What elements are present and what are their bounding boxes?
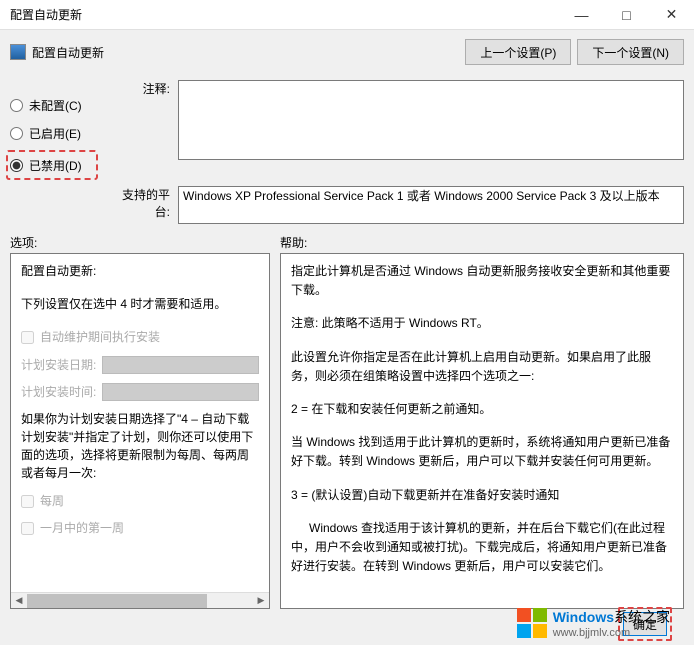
radio-column: 未配置(C) 已启用(E) 已禁用(D) (10, 80, 110, 180)
checkbox-weekly[interactable]: 每周 (21, 492, 259, 511)
content-row: 配置自动更新: 下列设置仅在选中 4 时才需要和适用。 自动维护期间执行安装 计… (0, 253, 694, 609)
window-title: 配置自动更新 (0, 6, 559, 23)
policy-icon (10, 44, 26, 60)
checkbox-auto-maintain-label: 自动维护期间执行安装 (40, 328, 160, 347)
help-header: 帮助: (280, 234, 684, 251)
radio-disabled-input[interactable] (10, 159, 23, 172)
watermark-suffix: 系统之家 (614, 609, 670, 625)
radio-disabled[interactable]: 已禁用(D) (10, 154, 92, 176)
help-inner: 指定此计算机是否通过 Windows 自动更新服务接收安全更新和其他重要下载。 … (291, 262, 673, 576)
options-panel: 配置自动更新: 下列设置仅在选中 4 时才需要和适用。 自动维护期间执行安装 计… (10, 253, 270, 609)
toolbar: 配置自动更新 上一个设置(P) 下一个设置(N) (0, 30, 694, 74)
options-note: 下列设置仅在选中 4 时才需要和适用。 (21, 295, 259, 314)
plan-date-select (102, 356, 259, 374)
help-p5: 当 Windows 找到适用于此计算机的更新时，系统将通知用户更新已准备好下载。… (291, 433, 673, 471)
help-panel: 指定此计算机是否通过 Windows 自动更新服务接收安全更新和其他重要下载。 … (280, 253, 684, 609)
watermark: Windows系统之家 www.bjjmlv.com (517, 607, 670, 639)
radio-enabled-label: 已启用(E) (29, 125, 81, 142)
plan-time-label: 计划安装时间: (21, 383, 96, 402)
help-p2: 注意: 此策略不适用于 Windows RT。 (291, 314, 673, 333)
platform-box[interactable]: Windows XP Professional Service Pack 1 或… (178, 186, 684, 224)
options-para-if: 如果你为计划安装日期选择了"4 – 自动下载计划安装"并指定了计划，则你还可以使… (21, 410, 259, 482)
help-p4: 2 = 在下载和安装任何更新之前通知。 (291, 400, 673, 419)
config-section: 未配置(C) 已启用(E) 已禁用(D) 注释: (0, 74, 694, 186)
radio-not-configured[interactable]: 未配置(C) (10, 94, 110, 116)
titlebar: 配置自动更新 — □ ✕ (0, 0, 694, 30)
options-title: 配置自动更新: (21, 262, 259, 281)
plan-date-label: 计划安装日期: (21, 356, 96, 375)
plan-time-row: 计划安装时间: (21, 383, 259, 402)
checkbox-auto-maintain-input (21, 331, 34, 344)
checkbox-weekly-label: 每周 (40, 492, 64, 511)
comment-label: 注释: (110, 80, 178, 180)
radio-enabled-input[interactable] (10, 127, 23, 140)
radio-not-configured-input[interactable] (10, 99, 23, 112)
radio-disabled-label: 已禁用(D) (29, 157, 82, 174)
help-p7: Windows 查找适用于该计算机的更新，并在后台下载它们(在此过程中，用户不会… (291, 519, 673, 577)
highlight-disabled: 已禁用(D) (6, 150, 98, 180)
checkbox-first-week[interactable]: 一月中的第一周 (21, 519, 259, 538)
platform-label: 支持的平台: (110, 186, 178, 220)
toolbar-title: 配置自动更新 (32, 44, 459, 61)
panel-labels: 选项: 帮助: (0, 230, 694, 253)
options-inner: 配置自动更新: 下列设置仅在选中 4 时才需要和适用。 自动维护期间执行安装 计… (11, 254, 269, 554)
help-p1: 指定此计算机是否通过 Windows 自动更新服务接收安全更新和其他重要下载。 (291, 262, 673, 300)
maximize-button[interactable]: □ (604, 0, 649, 30)
minimize-button[interactable]: — (559, 0, 604, 30)
prev-setting-button[interactable]: 上一个设置(P) (465, 39, 571, 65)
plan-date-row: 计划安装日期: (21, 356, 259, 375)
close-button[interactable]: ✕ (649, 0, 694, 30)
comment-textarea[interactable] (178, 80, 684, 160)
checkbox-weekly-input (21, 495, 34, 508)
platform-row: 支持的平台: Windows XP Professional Service P… (0, 186, 694, 230)
radio-enabled[interactable]: 已启用(E) (10, 122, 110, 144)
watermark-url: www.bjjmlv.com (553, 627, 670, 639)
checkbox-first-week-label: 一月中的第一周 (40, 519, 124, 538)
watermark-brand: Windows (553, 609, 614, 625)
help-p6: 3 = (默认设置)自动下载更新并在准备好安装时通知 (291, 486, 673, 505)
help-p3: 此设置允许你指定是否在此计算机上启用自动更新。如果启用了此服务，则必须在组策略设… (291, 348, 673, 386)
checkbox-auto-maintain[interactable]: 自动维护期间执行安装 (21, 328, 259, 347)
comment-field-col (178, 80, 684, 180)
next-setting-button[interactable]: 下一个设置(N) (577, 39, 684, 65)
radio-not-configured-label: 未配置(C) (29, 97, 82, 114)
plan-time-select (102, 383, 259, 401)
checkbox-first-week-input (21, 522, 34, 535)
options-header: 选项: (10, 234, 280, 251)
windows-logo-icon (517, 608, 547, 638)
watermark-text: Windows系统之家 www.bjjmlv.com (553, 607, 670, 639)
